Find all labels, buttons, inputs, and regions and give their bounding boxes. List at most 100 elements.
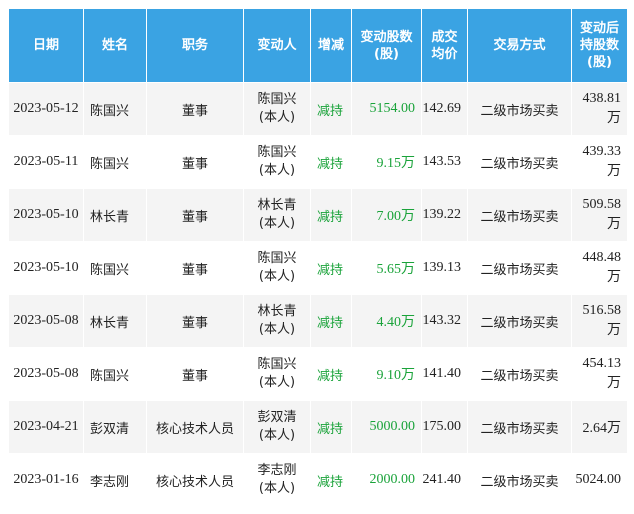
cell-position: 核心技术人员	[146, 453, 244, 507]
cell-name: 陈国兴	[83, 135, 147, 189]
cell-direction: 减持	[310, 188, 352, 242]
header-position: 职务	[146, 8, 244, 83]
cell-name: 陈国兴	[83, 82, 147, 136]
table-row: 2023-05-08 林长青 董事 林长青 (本人) 减持 4.40万 143.3…	[8, 294, 628, 348]
cell-after: 438.81万	[571, 82, 628, 136]
actor-relation: (本人)	[258, 163, 296, 178]
cell-price: 139.13	[421, 241, 468, 295]
cell-date: 2023-05-12	[8, 82, 84, 136]
cell-method: 二级市场买卖	[467, 400, 572, 454]
table-row: 2023-05-10 林长青 董事 林长青 (本人) 减持 7.00万 139.2…	[8, 188, 628, 242]
cell-method: 二级市场买卖	[467, 453, 572, 507]
cell-direction: 减持	[310, 241, 352, 295]
cell-after: 509.58万	[571, 188, 628, 242]
actor-name: 陈国兴	[257, 251, 297, 266]
cell-date: 2023-01-16	[8, 453, 84, 507]
actor-relation: (本人)	[258, 110, 296, 125]
cell-after: 516.58万	[571, 294, 628, 348]
header-row: 日期 姓名 职务 变动人 增减 变动股数 (股) 成交 均价 交易方式 变动后 …	[8, 8, 628, 83]
cell-shares: 2000.00	[351, 453, 422, 507]
actor-name: 李志刚	[257, 463, 297, 478]
table-header: 日期 姓名 职务 变动人 增减 变动股数 (股) 成交 均价 交易方式 变动后 …	[8, 8, 628, 83]
actor-name: 彭双清	[257, 410, 297, 425]
cell-position: 董事	[146, 241, 244, 295]
cell-direction: 减持	[310, 400, 352, 454]
header-after-line1: 变动后	[579, 21, 619, 36]
cell-actor: 陈国兴 (本人)	[243, 241, 311, 295]
cell-actor: 林长青 (本人)	[243, 294, 311, 348]
insider-trading-table-container: 日期 姓名 职务 变动人 增减 变动股数 (股) 成交 均价 交易方式 变动后 …	[8, 8, 628, 507]
cell-date: 2023-05-08	[8, 294, 84, 348]
header-shares-line2: (股)	[374, 46, 399, 62]
table-row: 2023-05-08 陈国兴 董事 陈国兴 (本人) 减持 9.10万 141.4…	[8, 347, 628, 401]
cell-shares: 5000.00	[351, 400, 422, 454]
cell-actor: 彭双清 (本人)	[243, 400, 311, 454]
cell-name: 林长青	[83, 294, 147, 348]
cell-direction: 减持	[310, 347, 352, 401]
table-row: 2023-04-21 彭双清 核心技术人员 彭双清 (本人) 减持 5000.00…	[8, 400, 628, 454]
cell-date: 2023-05-10	[8, 241, 84, 295]
cell-shares: 5154.00	[351, 82, 422, 136]
header-actor: 变动人	[243, 8, 311, 83]
actor-relation: (本人)	[258, 481, 296, 496]
cell-after: 448.48万	[571, 241, 628, 295]
cell-method: 二级市场买卖	[467, 347, 572, 401]
cell-after: 439.33万	[571, 135, 628, 189]
cell-method: 二级市场买卖	[467, 294, 572, 348]
cell-name: 陈国兴	[83, 347, 147, 401]
cell-position: 董事	[146, 294, 244, 348]
header-shares-line1: 变动股数	[360, 29, 413, 45]
cell-shares: 4.40万	[351, 294, 422, 348]
cell-position: 董事	[146, 135, 244, 189]
cell-price: 241.40	[421, 453, 468, 507]
cell-price: 143.32	[421, 294, 468, 348]
cell-actor: 陈国兴 (本人)	[243, 347, 311, 401]
cell-actor: 陈国兴 (本人)	[243, 82, 311, 136]
insider-trading-table: 日期 姓名 职务 变动人 增减 变动股数 (股) 成交 均价 交易方式 变动后 …	[8, 8, 628, 507]
actor-relation: (本人)	[258, 428, 296, 443]
header-name: 姓名	[83, 8, 147, 83]
header-method: 交易方式	[467, 8, 572, 83]
actor-name: 陈国兴	[257, 145, 297, 160]
table-row: 2023-01-16 李志刚 核心技术人员 李志刚 (本人) 减持 2000.00…	[8, 453, 628, 507]
cell-position: 董事	[146, 347, 244, 401]
cell-price: 175.00	[421, 400, 468, 454]
header-price-line2: 均价	[431, 46, 458, 62]
cell-method: 二级市场买卖	[467, 82, 572, 136]
header-direction: 增减	[310, 8, 352, 83]
cell-date: 2023-05-11	[8, 135, 84, 189]
actor-name: 林长青	[257, 198, 297, 213]
header-after-line3: (股)	[587, 55, 612, 70]
cell-after: 2.64万	[571, 400, 628, 454]
cell-name: 彭双清	[83, 400, 147, 454]
cell-method: 二级市场买卖	[467, 241, 572, 295]
cell-name: 李志刚	[83, 453, 147, 507]
actor-relation: (本人)	[258, 269, 296, 284]
cell-actor: 林长青 (本人)	[243, 188, 311, 242]
header-after: 变动后 持股数 (股)	[571, 8, 628, 83]
cell-price: 142.69	[421, 82, 468, 136]
header-date: 日期	[8, 8, 84, 83]
cell-price: 139.22	[421, 188, 468, 242]
cell-direction: 减持	[310, 135, 352, 189]
cell-name: 陈国兴	[83, 241, 147, 295]
cell-after: 454.13万	[571, 347, 628, 401]
cell-price: 143.53	[421, 135, 468, 189]
cell-method: 二级市场买卖	[467, 135, 572, 189]
cell-direction: 减持	[310, 294, 352, 348]
cell-direction: 减持	[310, 453, 352, 507]
cell-date: 2023-04-21	[8, 400, 84, 454]
cell-shares: 7.00万	[351, 188, 422, 242]
actor-name: 林长青	[257, 304, 297, 319]
cell-shares: 9.10万	[351, 347, 422, 401]
table-row: 2023-05-12 陈国兴 董事 陈国兴 (本人) 减持 5154.00 142…	[8, 82, 628, 136]
actor-relation: (本人)	[258, 216, 296, 231]
cell-actor: 李志刚 (本人)	[243, 453, 311, 507]
cell-position: 董事	[146, 188, 244, 242]
table-row: 2023-05-11 陈国兴 董事 陈国兴 (本人) 减持 9.15万 143.5…	[8, 135, 628, 189]
cell-name: 林长青	[83, 188, 147, 242]
cell-date: 2023-05-10	[8, 188, 84, 242]
table-row: 2023-05-10 陈国兴 董事 陈国兴 (本人) 减持 5.65万 139.1…	[8, 241, 628, 295]
cell-after: 5024.00	[571, 453, 628, 507]
cell-actor: 陈国兴 (本人)	[243, 135, 311, 189]
